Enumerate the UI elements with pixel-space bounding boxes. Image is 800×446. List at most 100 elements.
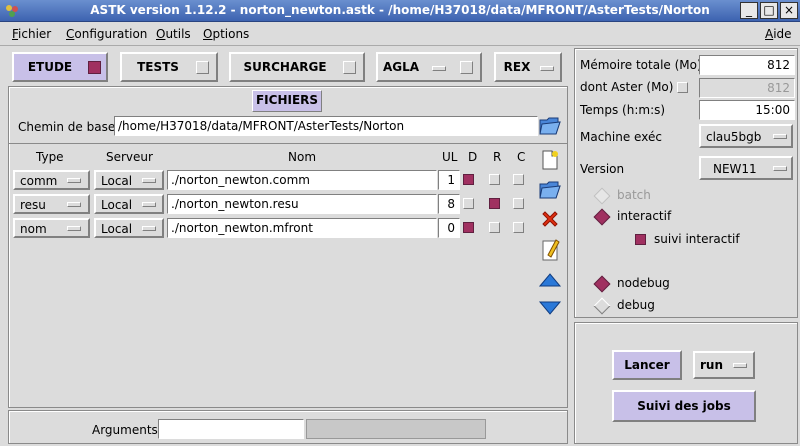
row1-r-checkbox[interactable] xyxy=(489,174,500,185)
actions-panel xyxy=(574,322,798,444)
col-ul-header: UL xyxy=(442,150,458,164)
title-bar: ASTK version 1.12.2 - norton_newton.astk… xyxy=(0,0,800,22)
base-path-field[interactable]: /home/H37018/data/MFRONT/AsterTests/Nort… xyxy=(114,116,538,136)
divider xyxy=(8,143,568,144)
row2-c-checkbox[interactable] xyxy=(513,198,524,209)
base-path-label: Chemin de base xyxy=(18,120,116,134)
folder-icon[interactable] xyxy=(538,114,562,136)
temps-field[interactable]: 15:00 xyxy=(699,100,795,120)
delete-icon[interactable] xyxy=(540,209,560,229)
tab-agla[interactable]: AGLA xyxy=(376,52,482,82)
memoire-label: Mémoire totale (Mo) xyxy=(580,58,702,72)
agla-dropdown-icon xyxy=(432,66,446,71)
lancer-button[interactable]: Lancer xyxy=(612,350,682,380)
chevron-down-icon xyxy=(142,226,156,231)
menu-aide[interactable]: Aide xyxy=(765,27,792,41)
chevron-down-icon xyxy=(67,226,81,231)
memoire-field[interactable]: 812 xyxy=(699,55,795,75)
row1-type-value: comm xyxy=(20,174,58,188)
debug-label: debug xyxy=(617,298,655,312)
row2-type-value: resu xyxy=(20,198,46,212)
version-label: Version xyxy=(580,162,625,176)
menu-options[interactable]: Options xyxy=(203,27,249,41)
chevron-down-icon xyxy=(67,202,81,207)
row3-ul-field[interactable]: 0 xyxy=(438,218,460,238)
suivi-jobs-button[interactable]: Suivi des jobs xyxy=(612,390,756,422)
tab-agla-label: AGLA xyxy=(382,60,420,74)
menu-outils[interactable]: Outils xyxy=(156,27,191,41)
row1-c-checkbox[interactable] xyxy=(513,174,524,185)
tab-surcharge-indicator xyxy=(343,61,356,74)
window-title: ASTK version 1.12.2 - norton_newton.astk… xyxy=(90,3,710,17)
aster-checkbox[interactable] xyxy=(677,82,688,93)
edit-icon[interactable] xyxy=(542,238,560,262)
row2-type-select[interactable]: resu xyxy=(13,194,90,214)
col-type-header: Type xyxy=(36,150,64,164)
suivi-interactif-checkbox[interactable] xyxy=(635,234,646,245)
menu-fichier[interactable]: Fichier xyxy=(12,27,51,41)
row1-ul-field[interactable]: 1 xyxy=(438,170,460,190)
machine-label: Machine exéc xyxy=(580,130,662,144)
row2-ul-field[interactable]: 8 xyxy=(438,194,460,214)
menu-configuration[interactable]: Configuration xyxy=(66,27,147,41)
row2-r-checkbox[interactable] xyxy=(489,198,500,209)
interactif-label: interactif xyxy=(617,209,672,223)
suivi-interactif-label: suivi interactif xyxy=(654,232,740,246)
row1-server-select[interactable]: Local xyxy=(94,170,164,190)
run-mode-select[interactable]: run xyxy=(693,351,755,379)
row3-server-select[interactable]: Local xyxy=(94,218,164,238)
col-name-header: Nom xyxy=(288,150,317,164)
row1-name-field[interactable]: ./norton_newton.comm xyxy=(167,170,437,190)
col-d-header: D xyxy=(468,150,478,164)
tab-rex[interactable]: REX xyxy=(494,52,562,82)
run-mode-value: run xyxy=(700,358,724,372)
lancer-label: Lancer xyxy=(624,358,670,372)
row1-d-checkbox[interactable] xyxy=(463,174,474,185)
row2-d-checkbox[interactable] xyxy=(463,198,474,209)
chevron-down-icon xyxy=(733,363,747,368)
minimize-button[interactable]: _ xyxy=(740,2,758,19)
col-r-header: R xyxy=(493,150,502,164)
status-field xyxy=(306,419,486,439)
close-button[interactable]: × xyxy=(780,2,798,19)
new-file-icon[interactable] xyxy=(540,149,560,171)
open-folder-icon[interactable] xyxy=(538,180,562,200)
tab-etude[interactable]: ETUDE xyxy=(12,52,108,82)
machine-select[interactable]: clau5bgb xyxy=(699,124,793,148)
tab-tests-indicator xyxy=(196,61,209,74)
tab-tests[interactable]: TESTS xyxy=(120,52,218,82)
chevron-down-icon xyxy=(773,134,787,139)
batch-label: batch xyxy=(617,188,651,202)
row3-type-select[interactable]: nom xyxy=(13,218,90,238)
fichiers-heading: FICHIERS xyxy=(252,90,322,112)
rex-dropdown-icon xyxy=(540,66,554,71)
row1-type-select[interactable]: comm xyxy=(13,170,90,190)
row3-c-checkbox[interactable] xyxy=(513,222,524,233)
move-down-icon[interactable] xyxy=(538,300,562,316)
tab-etude-indicator xyxy=(88,61,101,74)
aster-field[interactable]: 812 xyxy=(699,78,795,98)
row1-server-value: Local xyxy=(101,174,133,188)
row3-name-field[interactable]: ./norton_newton.mfront xyxy=(167,218,437,238)
row3-type-value: nom xyxy=(20,222,47,236)
row3-d-checkbox[interactable] xyxy=(463,222,474,233)
maximize-button[interactable]: □ xyxy=(760,2,778,19)
machine-value: clau5bgb xyxy=(706,130,762,144)
row2-server-value: Local xyxy=(101,198,133,212)
row2-server-select[interactable]: Local xyxy=(94,194,164,214)
row3-r-checkbox[interactable] xyxy=(489,222,500,233)
tab-tests-label: TESTS xyxy=(137,60,179,74)
tab-surcharge-label: SURCHARGE xyxy=(243,60,327,74)
suivi-jobs-label: Suivi des jobs xyxy=(637,399,731,413)
row2-name-field[interactable]: ./norton_newton.resu xyxy=(167,194,437,214)
temps-label: Temps (h:m:s) xyxy=(580,103,666,117)
tab-surcharge[interactable]: SURCHARGE xyxy=(229,52,365,82)
chevron-down-icon xyxy=(773,166,787,171)
move-up-icon[interactable] xyxy=(538,272,562,288)
nodebug-label: nodebug xyxy=(617,276,670,290)
row3-server-value: Local xyxy=(101,222,133,236)
version-select[interactable]: NEW11 xyxy=(699,156,793,180)
arguments-field[interactable] xyxy=(158,419,304,439)
chevron-down-icon xyxy=(142,202,156,207)
chevron-down-icon xyxy=(67,178,81,183)
